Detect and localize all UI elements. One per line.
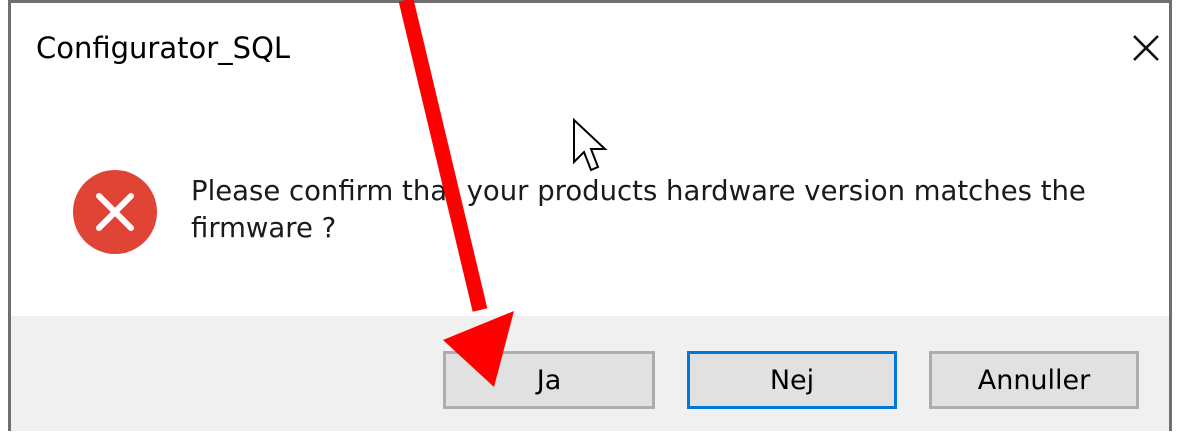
dialog-message: Please confirm that your products hardwa…: [191, 175, 1086, 244]
cancel-button[interactable]: Annuller: [929, 351, 1139, 409]
no-button[interactable]: Nej: [687, 351, 897, 409]
button-bar: Ja Nej Annuller: [11, 316, 1169, 431]
mouse-pointer-icon: [573, 118, 608, 172]
yes-button[interactable]: Ja: [443, 351, 655, 409]
error-icon: [73, 170, 157, 254]
close-icon[interactable]: [1129, 31, 1163, 65]
window-title: Configurator_SQL: [36, 31, 291, 65]
message-dialog: Configurator_SQL Please confirm that you…: [8, 0, 1172, 431]
